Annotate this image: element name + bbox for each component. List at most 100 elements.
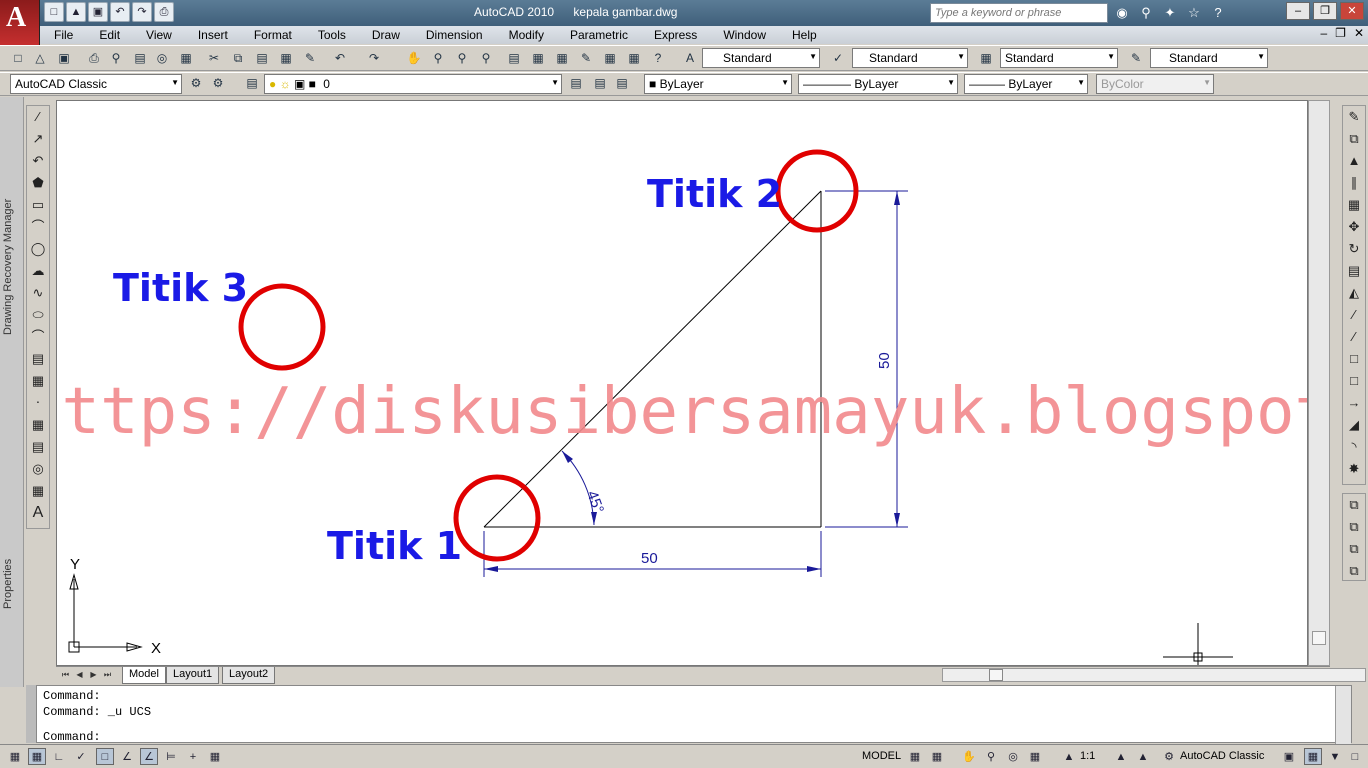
menu-tools[interactable]: Tools <box>304 26 358 44</box>
layer-previous-icon[interactable]: ▤ <box>590 74 610 93</box>
revision-cloud-icon[interactable]: ☁ <box>27 260 49 282</box>
favorites-star-icon[interactable]: ☆ <box>1184 3 1204 23</box>
extend-icon[interactable]: ∕ <box>1343 326 1365 348</box>
qnew-icon[interactable]: □ <box>8 49 28 68</box>
recovery-manager-label[interactable]: Drawing Recovery Manager <box>2 199 14 335</box>
bring-to-front-icon[interactable]: ⧉ <box>1343 494 1365 516</box>
vertical-scrollbar[interactable] <box>1308 100 1330 666</box>
menu-view[interactable]: View <box>132 26 184 44</box>
dim-style-select[interactable]: Standard ▼ <box>852 48 968 68</box>
match-properties-icon[interactable]: ✎ <box>300 49 320 68</box>
redo-icon[interactable]: ↷ <box>132 2 152 22</box>
zoom-window-icon[interactable]: ⚲ <box>452 49 472 68</box>
sheet-set-icon[interactable]: ▦ <box>176 49 196 68</box>
move-icon[interactable]: ✥ <box>1343 216 1365 238</box>
spline-icon[interactable]: ∿ <box>27 282 49 304</box>
ellipse-arc-icon[interactable]: ⌒ <box>27 326 49 348</box>
horizontal-scroll-thumb[interactable] <box>989 669 1003 681</box>
steering-wheel-icon[interactable]: ◎ <box>1004 748 1022 765</box>
zoom-realtime-icon[interactable]: ⚲ <box>428 49 448 68</box>
restore-button[interactable]: ❐ <box>1313 2 1337 20</box>
auto-scale-icon[interactable]: ▲ <box>1134 748 1152 765</box>
dynamic-input-icon[interactable]: + <box>184 748 202 765</box>
menu-edit[interactable]: Edit <box>85 26 132 44</box>
undo-icon[interactable]: ↶ <box>110 2 130 22</box>
send-under-icon[interactable]: ⧉ <box>1343 560 1365 582</box>
zoom-previous-icon[interactable]: ⚲ <box>476 49 496 68</box>
text-style-icon[interactable]: A <box>680 49 700 68</box>
explode-icon[interactable]: ✸ <box>1343 458 1365 480</box>
workspace-select[interactable]: AutoCAD Classic ▼ <box>10 74 182 94</box>
erase-icon[interactable]: ✎ <box>1343 106 1365 128</box>
isolate-objects-icon[interactable]: ▦ <box>1304 748 1322 765</box>
zoom-status-icon[interactable]: ⚲ <box>982 748 1000 765</box>
command-line[interactable]: Command: Command: _u UCS Command: <box>36 685 1352 744</box>
linetype-select[interactable]: ———— ByLayer ▼ <box>798 74 958 94</box>
grid-display-icon[interactable]: ∟ <box>50 748 68 765</box>
help-icon[interactable]: ? <box>1208 3 1228 23</box>
send-to-back-icon[interactable]: ⧉ <box>1343 516 1365 538</box>
tool-palettes-icon[interactable]: ▦ <box>552 49 572 68</box>
rotate-icon[interactable]: ↻ <box>1343 238 1365 260</box>
menu-express[interactable]: Express <box>640 26 709 44</box>
menu-help[interactable]: Help <box>778 26 829 44</box>
new-icon[interactable]: □ <box>44 2 64 22</box>
layout-view-icon[interactable]: ▦ <box>906 748 924 765</box>
point-icon[interactable]: ⋅ <box>27 392 49 414</box>
tab-layout1[interactable]: Layout1 <box>166 667 220 684</box>
menu-draw[interactable]: Draw <box>358 26 412 44</box>
gear-icon[interactable]: ⚙ <box>208 74 228 93</box>
arc-icon[interactable]: ⌒ <box>27 216 49 238</box>
key-icon[interactable]: ⚲ <box>1136 3 1156 23</box>
binoculars-icon[interactable]: ◉ <box>1112 3 1132 23</box>
mleader-style-icon[interactable]: ✎ <box>1126 49 1146 68</box>
workspace-settings-icon[interactable]: ⚙ <box>186 74 206 93</box>
workspace-switch[interactable]: AutoCAD Classic <box>1180 750 1264 762</box>
layer-select[interactable]: ● ☼ ▣ ■ 0 ▼ <box>264 74 562 94</box>
color-select[interactable]: ■ ByLayer ▼ <box>644 74 792 94</box>
vertical-scroll-thumb[interactable] <box>1312 631 1326 645</box>
chamfer-icon[interactable]: ◢ <box>1343 414 1365 436</box>
construction-line-icon[interactable]: ↗ <box>27 128 49 150</box>
toolbar-lock-icon[interactable]: ▣ <box>1280 748 1298 765</box>
hypotenuse-line[interactable] <box>483 190 822 528</box>
save-icon[interactable]: ▣ <box>88 2 108 22</box>
horizontal-scrollbar[interactable] <box>942 668 1366 682</box>
clean-screen-icon[interactable]: □ <box>1346 748 1364 765</box>
quick-view-icon[interactable]: ▦ <box>928 748 946 765</box>
join-icon[interactable]: → <box>1343 392 1365 414</box>
copy-object-icon[interactable]: ⧉ <box>1343 128 1365 150</box>
search-input[interactable]: Type a keyword or phrase <box>930 3 1108 23</box>
lineweight-select[interactable]: ——— ByLayer ▼ <box>964 74 1088 94</box>
print-icon[interactable]: ⎙ <box>84 49 104 68</box>
publish-icon[interactable]: ▤ <box>130 49 150 68</box>
lineweight-toggle-icon[interactable]: ▦ <box>206 748 224 765</box>
command-prompt[interactable]: Command: <box>43 730 101 744</box>
command-scrollbar[interactable] <box>1335 686 1351 744</box>
insert-block-icon[interactable]: ▤ <box>27 348 49 370</box>
tab-layout2[interactable]: Layout2 <box>222 667 276 684</box>
line-icon[interactable]: ∕ <box>27 106 49 128</box>
open-file-icon[interactable]: △ <box>30 49 50 68</box>
paste-icon[interactable]: ▤ <box>252 49 272 68</box>
calculator-icon[interactable]: ▦ <box>600 49 620 68</box>
communication-icon[interactable]: ✦ <box>1160 3 1180 23</box>
ellipse-icon[interactable]: ⬭ <box>27 304 49 326</box>
open-icon[interactable]: ▲ <box>66 2 86 22</box>
annotation-visibility-icon[interactable]: ▲ <box>1112 748 1130 765</box>
polar-tracking-icon[interactable]: □ <box>96 748 114 765</box>
next-tab-button[interactable]: ▶ <box>88 668 99 682</box>
table-icon[interactable]: ▦ <box>27 480 49 502</box>
showmotion-icon[interactable]: ▦ <box>1026 748 1044 765</box>
angular-dimension[interactable]: 45° <box>561 450 607 526</box>
plot-preview-icon[interactable]: ⚲ <box>106 49 126 68</box>
drawing-area[interactable]: 50 50 45° https://diskusibersamayuk.blog… <box>56 100 1308 666</box>
design-center-icon[interactable]: ▦ <box>528 49 548 68</box>
workspace-switch-icon[interactable]: ⚙ <box>1160 748 1178 765</box>
doc-restore-button[interactable]: ❐ <box>1335 26 1346 40</box>
command-line-grip[interactable] <box>26 685 36 743</box>
redo-tool-icon[interactable]: ↷ <box>364 49 384 68</box>
plot-icon[interactable]: ⎙ <box>154 2 174 22</box>
make-current-layer-icon[interactable]: ▤ <box>566 74 586 93</box>
menu-format[interactable]: Format <box>240 26 304 44</box>
